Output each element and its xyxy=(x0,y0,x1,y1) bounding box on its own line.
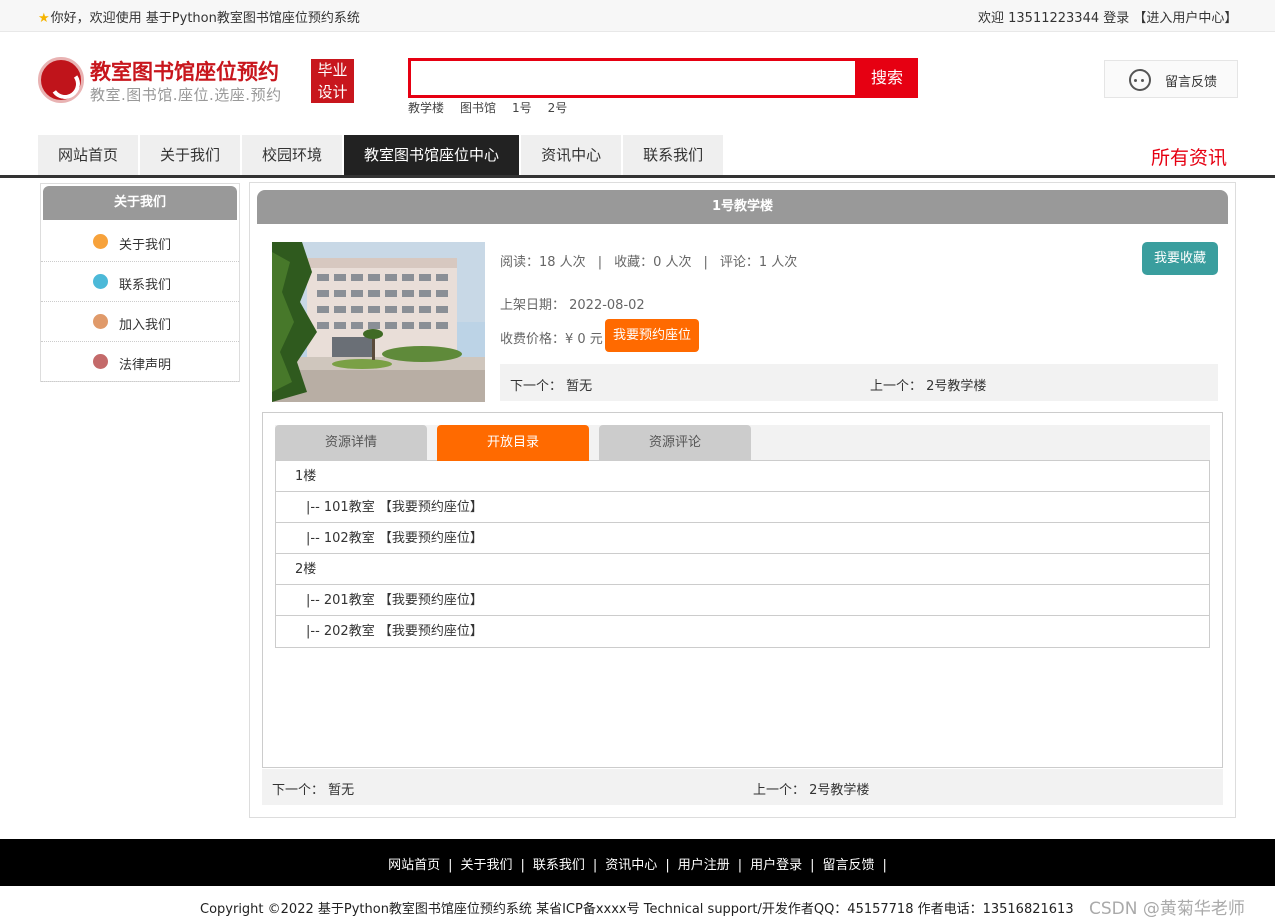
all-news-link[interactable]: 所有资讯 xyxy=(1151,143,1227,170)
footer-link[interactable]: 网站首页 xyxy=(388,858,440,873)
sidebar-title: 关于我们 xyxy=(43,186,237,220)
prev-next-bar: 下一个： 暂无 上一个： 2号教学楼 xyxy=(500,364,1218,401)
sidebar-item-label: 联系我们 xyxy=(119,278,172,293)
nav-item[interactable]: 校园环境 xyxy=(242,135,343,175)
feedback-button[interactable]: 留言反馈 xyxy=(1104,60,1238,98)
catalog-floor-row: 2楼 xyxy=(276,554,1209,585)
footer-link[interactable]: 留言反馈 xyxy=(823,858,875,873)
search-button[interactable]: 搜索 xyxy=(856,58,918,98)
hot-keyword[interactable]: 2号 xyxy=(548,101,568,115)
prev-link[interactable]: 上一个： 2号教学楼 xyxy=(870,375,986,394)
footer-link[interactable]: 用户登录 xyxy=(750,858,802,873)
power-icon xyxy=(93,354,108,369)
sidebar-item[interactable]: 法律声明 xyxy=(41,342,239,382)
footer-link[interactable]: 关于我们 xyxy=(460,858,512,873)
footer-separator: | xyxy=(592,858,598,873)
user-center-link[interactable]: 欢迎 13511223344 登录 【进入用户中心】 xyxy=(978,7,1237,26)
copyright: Copyright ©2022 基于Python教室图书馆座位预约系统 某省IC… xyxy=(200,902,1074,917)
hot-keyword[interactable]: 1号 xyxy=(512,101,532,115)
sidebar: 关于我们 关于我们联系我们加入我们法律声明 xyxy=(40,183,240,382)
search-input[interactable] xyxy=(408,58,858,98)
catalog-floor-row: 1楼 xyxy=(276,461,1209,492)
sidebar-item[interactable]: 加入我们 xyxy=(41,302,239,342)
catalog-room-row[interactable]: |-- 101教室 【我要预约座位】 xyxy=(276,492,1209,523)
next-link-bottom[interactable]: 下一个： 暂无 xyxy=(272,779,354,798)
fav-count: 收藏：0 人次 xyxy=(614,255,692,270)
sidebar-item-label: 加入我们 xyxy=(119,318,172,333)
footer-link[interactable]: 联系我们 xyxy=(533,858,585,873)
read-count: 阅读：18 人次 xyxy=(500,255,586,270)
nav-divider xyxy=(0,175,1275,178)
info-icon xyxy=(93,234,108,249)
nav-item[interactable]: 教室图书馆座位中心 xyxy=(344,135,520,175)
comment-count: 评论：1 人次 xyxy=(719,255,798,270)
tab[interactable]: 资源评论 xyxy=(599,425,751,461)
footer-separator: | xyxy=(737,858,743,873)
hot-keyword[interactable]: 教学楼 xyxy=(408,101,444,115)
headset-icon xyxy=(1129,69,1151,91)
watermark: CSDN @黄菊华老师 xyxy=(1089,899,1245,919)
footer-separator: | xyxy=(882,858,887,873)
prev-link-bottom[interactable]: 上一个： 2号教学楼 xyxy=(753,779,869,798)
sidebar-item[interactable]: 联系我们 xyxy=(41,262,239,302)
footer: 网站首页 | 关于我们 | 联系我们 | 资讯中心 | 用户注册 | 用户登录 | 留言反馈 | xyxy=(0,839,1275,886)
tab[interactable]: 资源详情 xyxy=(275,425,427,461)
main-nav: 网站首页 关于我们 校园环境 教室图书馆座位中心 资讯中心 联系我们 xyxy=(38,135,725,175)
next-link[interactable]: 下一个： 暂无 xyxy=(510,375,592,394)
footer-links: 网站首页 | 关于我们 | 联系我们 | 资讯中心 | 用户注册 | 用户登录 | 留言反馈 | xyxy=(0,854,1275,873)
footer-separator: | xyxy=(810,858,815,873)
nav-item[interactable]: 关于我们 xyxy=(140,135,241,175)
nav-item[interactable]: 网站首页 xyxy=(38,135,139,175)
footer-link[interactable]: 资讯中心 xyxy=(605,858,657,873)
building-photo xyxy=(272,242,485,402)
price-text: 收费价格：¥ 0 元 xyxy=(500,332,603,347)
clipboard-icon xyxy=(93,274,108,289)
catalog-room-row[interactable]: |-- 201教室 【我要预约座位】 xyxy=(276,585,1209,616)
hot-keywords: 教学楼 图书馆 1号 2号 xyxy=(408,99,583,116)
graduation-badge: 毕业 设计 xyxy=(311,59,354,103)
hot-keyword[interactable]: 图书馆 xyxy=(460,101,496,115)
catalog-room-row[interactable]: |-- 102教室 【我要预约座位】 xyxy=(276,523,1209,554)
open-catalog: 1楼 |-- 101教室 【我要预约座位】 |-- 102教室 【我要预约座位】 2楼… xyxy=(275,461,1210,648)
detail-title: 1号教学楼 xyxy=(257,190,1228,224)
site-title: 教室图书馆座位预约 xyxy=(90,60,279,84)
footer-separator: | xyxy=(448,858,453,873)
catalog-room-row[interactable]: |-- 202教室 【我要预约座位】 xyxy=(276,616,1209,647)
tab[interactable]: 开放目录 xyxy=(437,425,589,461)
welcome-text: ★你好，欢迎使用 基于Python教室图书馆座位预约系统 xyxy=(38,11,360,26)
footer-separator: | xyxy=(665,858,670,873)
footer-link[interactable]: 用户注册 xyxy=(678,858,730,873)
reserve-seat-button[interactable]: 我要预约座位 xyxy=(605,319,699,352)
logo-icon[interactable] xyxy=(38,57,84,103)
nav-item[interactable]: 资讯中心 xyxy=(521,135,622,175)
sidebar-item[interactable]: 关于我们 xyxy=(41,222,239,262)
prev-next-bar-bottom: 下一个： 暂无 上一个： 2号教学楼 xyxy=(262,769,1223,805)
favorite-button[interactable]: 我要收藏 xyxy=(1142,242,1218,275)
site-subtitle: 教室.图书馆.座位.选座.预约 xyxy=(90,86,282,104)
nav-item[interactable]: 联系我们 xyxy=(623,135,724,175)
footer-separator: | xyxy=(520,858,525,873)
sidebar-item-label: 关于我们 xyxy=(119,238,172,253)
publish-date: 上架日期： 2022-08-02 xyxy=(500,298,645,313)
stats-row: 阅读：18 人次 | 收藏：0 人次 | 评论：1 人次 xyxy=(500,255,798,270)
sidebar-item-label: 法律声明 xyxy=(119,358,172,373)
star-icon: ★ xyxy=(38,11,50,26)
top-bar: ★你好，欢迎使用 基于Python教室图书馆座位预约系统 欢迎 13511223… xyxy=(0,0,1275,32)
lock-icon xyxy=(93,314,108,329)
